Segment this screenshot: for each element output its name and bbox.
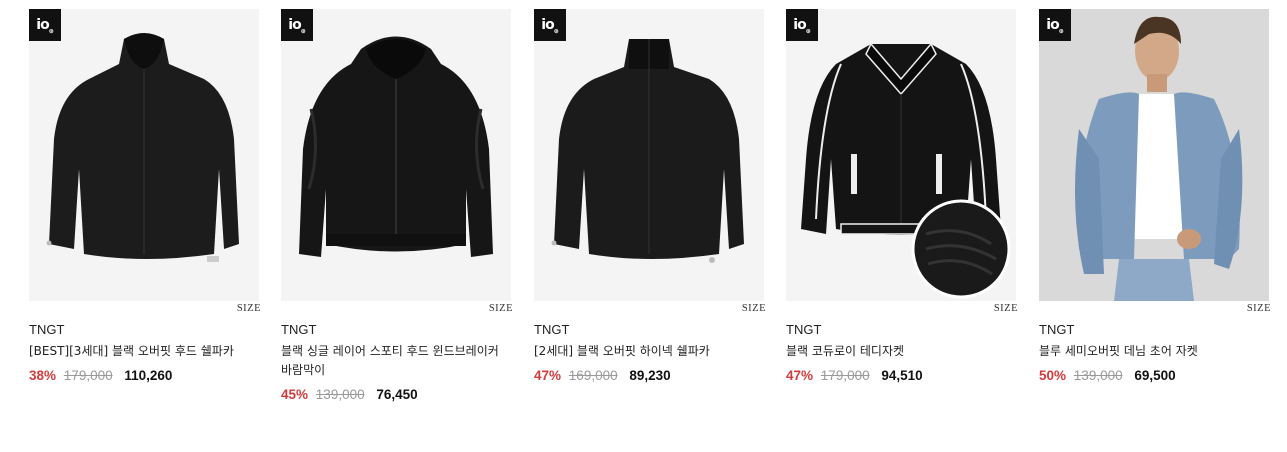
original-price: 139,000 bbox=[315, 387, 365, 402]
sale-price: 76,450 bbox=[376, 387, 418, 402]
size-label[interactable]: SIZE bbox=[29, 301, 261, 321]
brand-badge: io⊛ bbox=[29, 9, 61, 41]
brand-badge: io⊛ bbox=[1039, 9, 1071, 41]
sale-price: 94,510 bbox=[881, 368, 923, 383]
product-title[interactable]: [BEST][3세대] 블랙 오버핏 후드 쉘파카 bbox=[29, 342, 259, 361]
jacket-image bbox=[534, 9, 764, 301]
product-brand: TNGT bbox=[786, 322, 822, 337]
brand-badge: io⊛ bbox=[786, 9, 818, 41]
product-title[interactable]: 블루 세미오버핏 데님 초어 자켓 bbox=[1039, 342, 1269, 361]
discount-rate: 47% bbox=[786, 368, 814, 383]
discount-rate: 38% bbox=[29, 368, 57, 383]
product-image[interactable]: io⊛ bbox=[1039, 9, 1269, 301]
original-price: 139,000 bbox=[1073, 368, 1123, 383]
original-price: 179,000 bbox=[820, 368, 870, 383]
price-row: 47% 179,000 94,510 bbox=[786, 367, 1018, 385]
product-image[interactable]: io⊛ bbox=[534, 9, 764, 301]
jacket-image bbox=[29, 9, 259, 301]
product-brand: TNGT bbox=[1039, 322, 1075, 337]
product-card[interactable]: io⊛ SIZE TNGT 블랙 코듀로이 테디자켓 47% 179,000 9… bbox=[786, 9, 1018, 385]
size-label[interactable]: SIZE bbox=[281, 301, 513, 321]
discount-rate: 47% bbox=[534, 368, 562, 383]
product-card[interactable]: io⊛ SIZE TNGT 블루 세미오버핏 데님 초어 자켓 50% 139,… bbox=[1039, 9, 1271, 385]
product-brand: TNGT bbox=[534, 322, 570, 337]
product-title[interactable]: [2세대] 블랙 오버핏 하이넥 쉘파카 bbox=[534, 342, 764, 361]
original-price: 179,000 bbox=[63, 368, 113, 383]
product-image[interactable]: io⊛ bbox=[281, 9, 511, 301]
product-image[interactable]: io⊛ bbox=[786, 9, 1016, 301]
sale-price: 89,230 bbox=[629, 368, 671, 383]
size-label[interactable]: SIZE bbox=[786, 301, 1018, 321]
product-brand: TNGT bbox=[281, 322, 317, 337]
original-price: 169,000 bbox=[568, 368, 618, 383]
price-row: 45% 139,000 76,450 bbox=[281, 386, 513, 404]
product-title[interactable]: 블랙 코듀로이 테디자켓 bbox=[786, 342, 1016, 361]
price-row: 47% 169,000 89,230 bbox=[534, 367, 766, 385]
model-image bbox=[1039, 9, 1269, 301]
sale-price: 110,260 bbox=[124, 368, 173, 383]
price-row: 50% 139,000 69,500 bbox=[1039, 367, 1271, 385]
product-image[interactable]: io⊛ bbox=[29, 9, 259, 301]
size-label[interactable]: SIZE bbox=[534, 301, 766, 321]
brand-badge: io⊛ bbox=[534, 9, 566, 41]
product-grid: io⊛ SIZE TNGT [BEST][3세대] 블랙 오버핏 후드 쉘파카 … bbox=[0, 0, 1287, 452]
sale-price: 69,500 bbox=[1134, 368, 1176, 383]
product-brand: TNGT bbox=[29, 322, 65, 337]
discount-rate: 50% bbox=[1039, 368, 1067, 383]
product-card[interactable]: io⊛ SIZE TNGT [2세대] 블랙 오버핏 하이넥 쉘파카 47% 1… bbox=[534, 9, 766, 385]
jacket-image bbox=[281, 9, 511, 301]
discount-rate: 45% bbox=[281, 387, 309, 402]
product-title[interactable]: 블랙 싱글 레이어 스포티 후드 윈드브레이커 바람막이 bbox=[281, 342, 511, 380]
product-card[interactable]: io⊛ SIZE TNGT 블랙 싱글 레이어 스포티 후드 윈드브레이커 바람… bbox=[281, 9, 513, 404]
brand-badge: io⊛ bbox=[281, 9, 313, 41]
price-row: 38% 179,000 110,260 bbox=[29, 367, 261, 385]
product-card[interactable]: io⊛ SIZE TNGT [BEST][3세대] 블랙 오버핏 후드 쉘파카 … bbox=[29, 9, 261, 385]
size-label[interactable]: SIZE bbox=[1039, 301, 1271, 321]
jacket-image bbox=[786, 9, 1016, 301]
